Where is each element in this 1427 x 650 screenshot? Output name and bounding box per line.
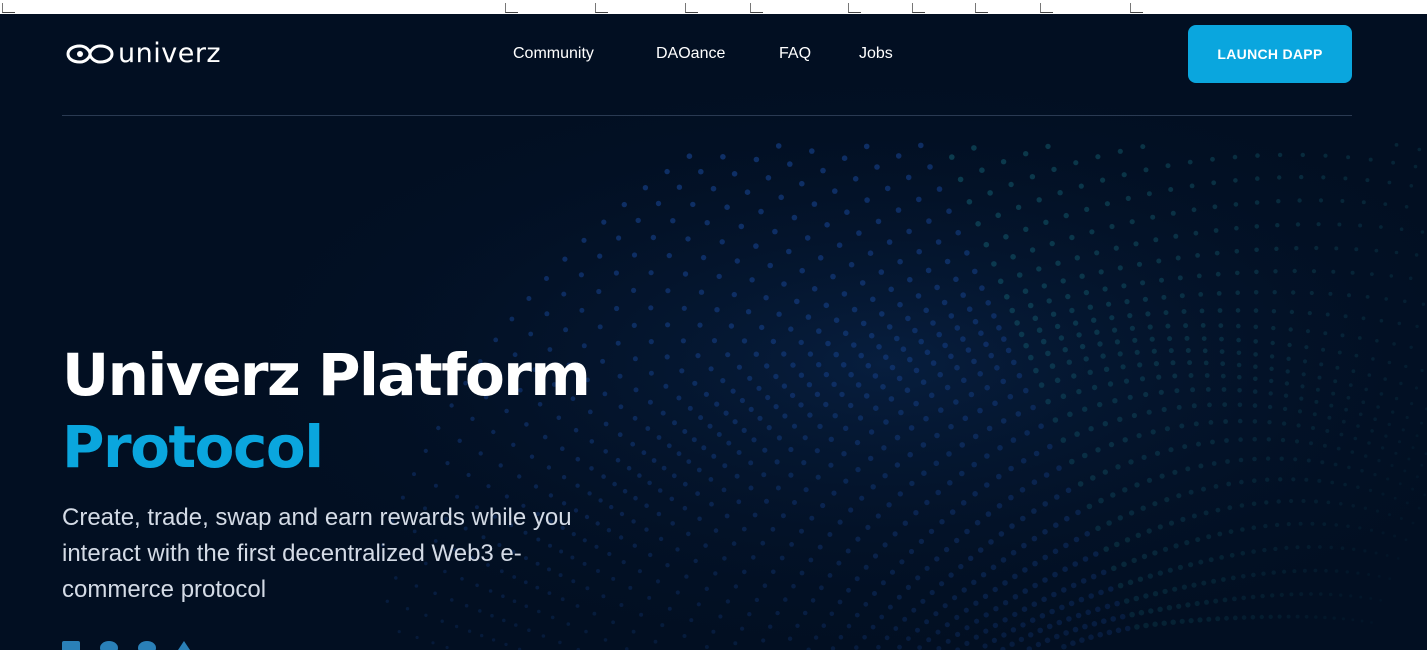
bookmark-icon xyxy=(750,3,763,13)
hero-title-line2: Protocol xyxy=(62,413,324,481)
partner-logos xyxy=(62,641,192,650)
hero-subtitle: Create, trade, swap and earn rewards whi… xyxy=(62,504,572,603)
bookmark-icon xyxy=(685,3,698,13)
partner-logo-icon xyxy=(62,641,80,650)
nav-link-faq[interactable]: FAQ xyxy=(779,42,811,66)
browser-bookmark-bar xyxy=(0,0,1427,14)
bookmark-icon xyxy=(848,3,861,13)
nav-link-jobs[interactable]: Jobs xyxy=(859,42,893,66)
bookmark-icon xyxy=(2,3,15,13)
launch-dapp-button[interactable]: LAUNCH DAPP xyxy=(1188,25,1352,83)
bookmark-icon xyxy=(1040,3,1053,13)
header-divider xyxy=(62,115,1352,116)
hero-title: Univerz Platform Protocol xyxy=(62,339,591,483)
bookmark-icon xyxy=(1130,3,1143,13)
bookmark-icon xyxy=(595,3,608,13)
partner-logo-icon xyxy=(176,641,192,650)
nav-link-daoance[interactable]: DAOance xyxy=(656,42,725,66)
bookmark-icon xyxy=(912,3,925,13)
partner-logo-icon xyxy=(100,641,118,650)
bookmark-icon xyxy=(975,3,988,13)
partner-logo-icon xyxy=(138,641,156,650)
nav-link-community[interactable]: Community xyxy=(513,42,594,66)
landing-page: univerz Community DAOance FAQ Jobs LAUNC… xyxy=(0,14,1427,650)
hero-title-line1: Univerz Platform xyxy=(62,341,591,409)
bookmark-icon xyxy=(505,3,518,13)
